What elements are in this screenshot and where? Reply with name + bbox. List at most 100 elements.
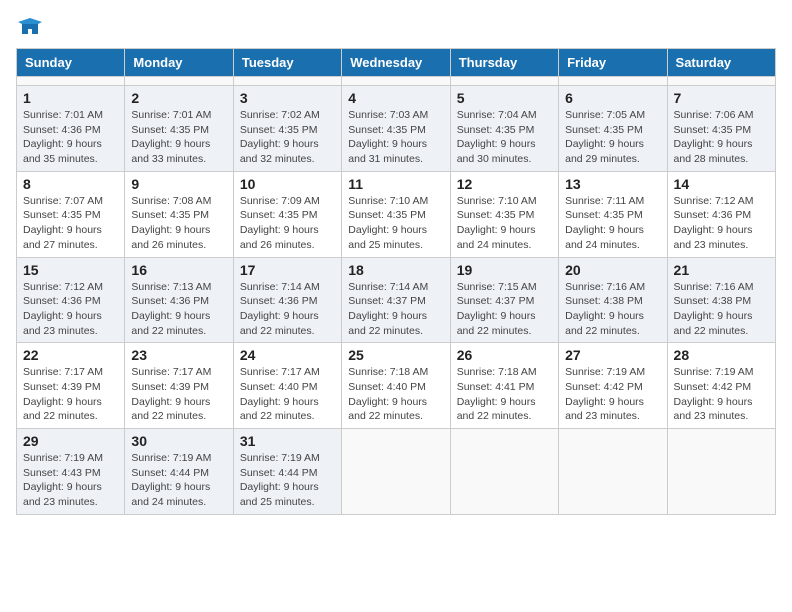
day-number: 19: [457, 262, 552, 278]
calendar-cell: 24 Sunrise: 7:17 AMSunset: 4:40 PMDayligh…: [233, 343, 341, 429]
calendar-cell: [17, 77, 125, 86]
day-number: 3: [240, 90, 335, 106]
day-number: 26: [457, 347, 552, 363]
day-info: Sunrise: 7:14 AMSunset: 4:37 PMDaylight:…: [348, 280, 443, 339]
week-row-2: 8Sunrise: 7:07 AMSunset: 4:35 PMDaylight…: [17, 171, 776, 257]
day-number: 2: [131, 90, 226, 106]
calendar-cell: [667, 429, 775, 515]
calendar-cell: 17Sunrise: 7:14 AMSunset: 4:36 PMDayligh…: [233, 257, 341, 343]
header-day-wednesday: Wednesday: [342, 49, 450, 77]
day-number: 27: [565, 347, 660, 363]
header: [16, 16, 776, 40]
day-info: Sunrise: 7:16 AMSunset: 4:38 PMDaylight:…: [565, 280, 660, 339]
day-number: 28: [674, 347, 769, 363]
calendar-cell: [342, 77, 450, 86]
day-number: 30: [131, 433, 226, 449]
calendar-cell: 21 Sunrise: 7:16 AMSunset: 4:38 PMDayligh…: [667, 257, 775, 343]
day-number: 21: [674, 262, 769, 278]
calendar-cell: 13Sunrise: 7:11 AMSunset: 4:35 PMDayligh…: [559, 171, 667, 257]
day-info: Sunrise: 7:15 AMSunset: 4:37 PMDaylight:…: [457, 280, 552, 339]
calendar-cell: [667, 77, 775, 86]
day-number: 4: [348, 90, 443, 106]
calendar-cell: 20 Sunrise: 7:16 AMSunset: 4:38 PMDayligh…: [559, 257, 667, 343]
day-number: 31: [240, 433, 335, 449]
day-number: 11: [348, 176, 443, 192]
day-number: 1: [23, 90, 118, 106]
header-day-tuesday: Tuesday: [233, 49, 341, 77]
day-number: 15: [23, 262, 118, 278]
calendar-cell: 14 Sunrise: 7:12 AMSunset: 4:36 PMDayligh…: [667, 171, 775, 257]
calendar-table: SundayMondayTuesdayWednesdayThursdayFrid…: [16, 48, 776, 515]
header-day-friday: Friday: [559, 49, 667, 77]
day-number: 10: [240, 176, 335, 192]
day-info: Sunrise: 7:04 AMSunset: 4:35 PMDaylight:…: [457, 108, 552, 167]
day-number: 24: [240, 347, 335, 363]
header-row: SundayMondayTuesdayWednesdayThursdayFrid…: [17, 49, 776, 77]
day-number: 12: [457, 176, 552, 192]
calendar-cell: 1 Sunrise: 7:01 AMSunset: 4:36 PMDaylight…: [17, 86, 125, 172]
day-info: Sunrise: 7:19 AMSunset: 4:44 PMDaylight:…: [240, 451, 335, 510]
header-day-thursday: Thursday: [450, 49, 558, 77]
calendar-cell: 5 Sunrise: 7:04 AMSunset: 4:35 PMDaylight…: [450, 86, 558, 172]
calendar-cell: 3 Sunrise: 7:02 AMSunset: 4:35 PMDaylight…: [233, 86, 341, 172]
logo: [16, 16, 42, 40]
day-info: Sunrise: 7:13 AMSunset: 4:36 PMDaylight:…: [131, 280, 226, 339]
calendar-cell: 10 Sunrise: 7:09 AMSunset: 4:35 PMDayligh…: [233, 171, 341, 257]
day-info: Sunrise: 7:11 AMSunset: 4:35 PMDaylight:…: [565, 194, 660, 253]
calendar-cell: 9 Sunrise: 7:08 AMSunset: 4:35 PMDaylight…: [125, 171, 233, 257]
calendar-cell: 29 Sunrise: 7:19 AMSunset: 4:43 PMDayligh…: [17, 429, 125, 515]
day-info: Sunrise: 7:16 AMSunset: 4:38 PMDaylight:…: [674, 280, 769, 339]
calendar-cell: 4Sunrise: 7:03 AMSunset: 4:35 PMDaylight…: [342, 86, 450, 172]
header-day-sunday: Sunday: [17, 49, 125, 77]
day-info: Sunrise: 7:09 AMSunset: 4:35 PMDaylight:…: [240, 194, 335, 253]
day-info: Sunrise: 7:18 AMSunset: 4:41 PMDaylight:…: [457, 365, 552, 424]
day-number: 18: [348, 262, 443, 278]
day-info: Sunrise: 7:05 AMSunset: 4:35 PMDaylight:…: [565, 108, 660, 167]
calendar-cell: 25Sunrise: 7:18 AMSunset: 4:40 PMDayligh…: [342, 343, 450, 429]
header-day-monday: Monday: [125, 49, 233, 77]
calendar-cell: [342, 429, 450, 515]
day-info: Sunrise: 7:19 AMSunset: 4:42 PMDaylight:…: [674, 365, 769, 424]
calendar-cell: 15Sunrise: 7:12 AMSunset: 4:36 PMDayligh…: [17, 257, 125, 343]
calendar-cell: 7Sunrise: 7:06 AMSunset: 4:35 PMDaylight…: [667, 86, 775, 172]
calendar-cell: 6 Sunrise: 7:05 AMSunset: 4:35 PMDaylight…: [559, 86, 667, 172]
day-info: Sunrise: 7:08 AMSunset: 4:35 PMDaylight:…: [131, 194, 226, 253]
day-info: Sunrise: 7:19 AMSunset: 4:42 PMDaylight:…: [565, 365, 660, 424]
day-info: Sunrise: 7:01 AMSunset: 4:36 PMDaylight:…: [23, 108, 118, 167]
calendar-cell: [450, 429, 558, 515]
day-info: Sunrise: 7:12 AMSunset: 4:36 PMDaylight:…: [674, 194, 769, 253]
day-info: Sunrise: 7:01 AMSunset: 4:35 PMDaylight:…: [131, 108, 226, 167]
day-info: Sunrise: 7:10 AMSunset: 4:35 PMDaylight:…: [348, 194, 443, 253]
week-row-5: 29 Sunrise: 7:19 AMSunset: 4:43 PMDayligh…: [17, 429, 776, 515]
calendar-cell: 16 Sunrise: 7:13 AMSunset: 4:36 PMDayligh…: [125, 257, 233, 343]
calendar-cell: 18 Sunrise: 7:14 AMSunset: 4:37 PMDayligh…: [342, 257, 450, 343]
day-number: 16: [131, 262, 226, 278]
calendar-cell: 30 Sunrise: 7:19 AMSunset: 4:44 PMDayligh…: [125, 429, 233, 515]
day-number: 6: [565, 90, 660, 106]
day-number: 5: [457, 90, 552, 106]
week-row-3: 15Sunrise: 7:12 AMSunset: 4:36 PMDayligh…: [17, 257, 776, 343]
calendar-cell: 19 Sunrise: 7:15 AMSunset: 4:37 PMDayligh…: [450, 257, 558, 343]
day-number: 20: [565, 262, 660, 278]
calendar-cell: [125, 77, 233, 86]
calendar-cell: 22Sunrise: 7:17 AMSunset: 4:39 PMDayligh…: [17, 343, 125, 429]
calendar-cell: 27 Sunrise: 7:19 AMSunset: 4:42 PMDayligh…: [559, 343, 667, 429]
week-row-4: 22Sunrise: 7:17 AMSunset: 4:39 PMDayligh…: [17, 343, 776, 429]
day-info: Sunrise: 7:17 AMSunset: 4:40 PMDaylight:…: [240, 365, 335, 424]
day-number: 17: [240, 262, 335, 278]
day-number: 9: [131, 176, 226, 192]
day-number: 8: [23, 176, 118, 192]
calendar-cell: [233, 77, 341, 86]
day-number: 7: [674, 90, 769, 106]
header-day-saturday: Saturday: [667, 49, 775, 77]
calendar-cell: 26 Sunrise: 7:18 AMSunset: 4:41 PMDayligh…: [450, 343, 558, 429]
day-info: Sunrise: 7:02 AMSunset: 4:35 PMDaylight:…: [240, 108, 335, 167]
day-number: 25: [348, 347, 443, 363]
calendar-cell: [450, 77, 558, 86]
day-info: Sunrise: 7:17 AMSunset: 4:39 PMDaylight:…: [131, 365, 226, 424]
day-number: 14: [674, 176, 769, 192]
day-number: 29: [23, 433, 118, 449]
day-info: Sunrise: 7:17 AMSunset: 4:39 PMDaylight:…: [23, 365, 118, 424]
day-info: Sunrise: 7:19 AMSunset: 4:43 PMDaylight:…: [23, 451, 118, 510]
day-info: Sunrise: 7:19 AMSunset: 4:44 PMDaylight:…: [131, 451, 226, 510]
